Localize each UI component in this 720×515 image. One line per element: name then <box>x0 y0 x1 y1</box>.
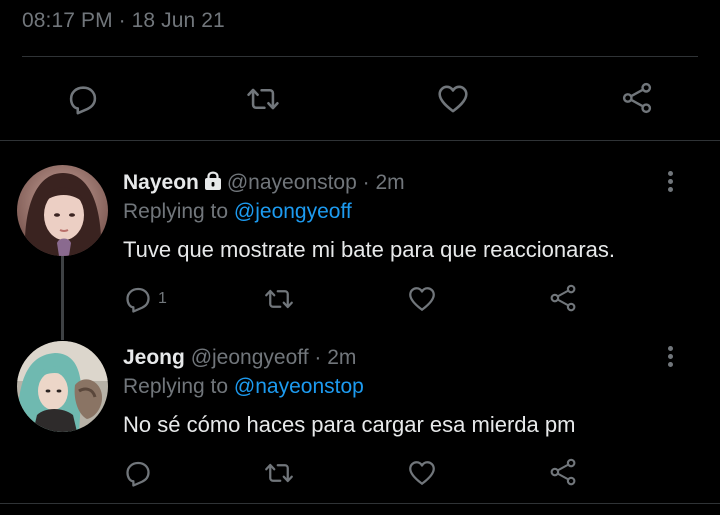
replying-to-label: Replying to <box>123 200 229 223</box>
retweet-icon[interactable] <box>264 284 294 314</box>
tweet-text: Tuve que mostrate mi bate para que reacc… <box>123 237 616 262</box>
share-icon[interactable] <box>620 81 654 115</box>
like-icon[interactable] <box>407 458 437 488</box>
reply-count: 1 <box>158 290 167 307</box>
more-options-icon[interactable] <box>668 171 676 195</box>
like-icon[interactable] <box>436 82 470 116</box>
separator-dot: · <box>314 346 322 369</box>
more-options-icon[interactable] <box>668 346 676 370</box>
retweet-icon[interactable] <box>264 458 294 488</box>
replying-to-mention[interactable]: @jeongyeoff <box>234 200 352 223</box>
share-icon[interactable] <box>548 283 578 313</box>
reply-icon[interactable] <box>123 458 153 488</box>
like-icon[interactable] <box>407 284 437 314</box>
separator-dot: · <box>362 171 370 194</box>
replying-to: Replying to @nayeonstop <box>123 375 364 399</box>
main-tweet-action-bar <box>0 57 720 140</box>
tweet-text: No sé cómo haces para cargar esa mierda … <box>123 412 576 437</box>
thread-line <box>61 256 64 340</box>
tweet-header: Nayeon @nayeonstop · 2m <box>123 171 405 197</box>
retweet-icon[interactable] <box>246 82 280 116</box>
handle[interactable]: @jeongyeoff <box>191 346 309 369</box>
tweet-time[interactable]: 2m <box>327 346 356 369</box>
lock-icon <box>203 171 223 197</box>
reply-icon[interactable] <box>123 284 153 314</box>
divider <box>0 140 720 141</box>
replying-to-mention[interactable]: @nayeonstop <box>234 375 364 398</box>
avatar[interactable] <box>17 165 108 256</box>
replying-to-label: Replying to <box>123 375 229 398</box>
tweet-header: Jeong @jeongyeoff · 2m <box>123 346 356 370</box>
reply-icon[interactable] <box>66 82 100 116</box>
handle[interactable]: @nayeonstop <box>227 171 357 194</box>
replying-to: Replying to @jeongyeoff <box>123 200 352 224</box>
tweet-time[interactable]: 2m <box>375 171 404 194</box>
divider <box>0 503 720 504</box>
tweet-timestamp: 08:17 PM · 18 Jun 21 <box>22 9 225 32</box>
share-icon[interactable] <box>548 457 578 487</box>
display-name[interactable]: Nayeon <box>123 171 199 194</box>
avatar[interactable] <box>17 341 108 432</box>
display-name[interactable]: Jeong <box>123 346 185 369</box>
